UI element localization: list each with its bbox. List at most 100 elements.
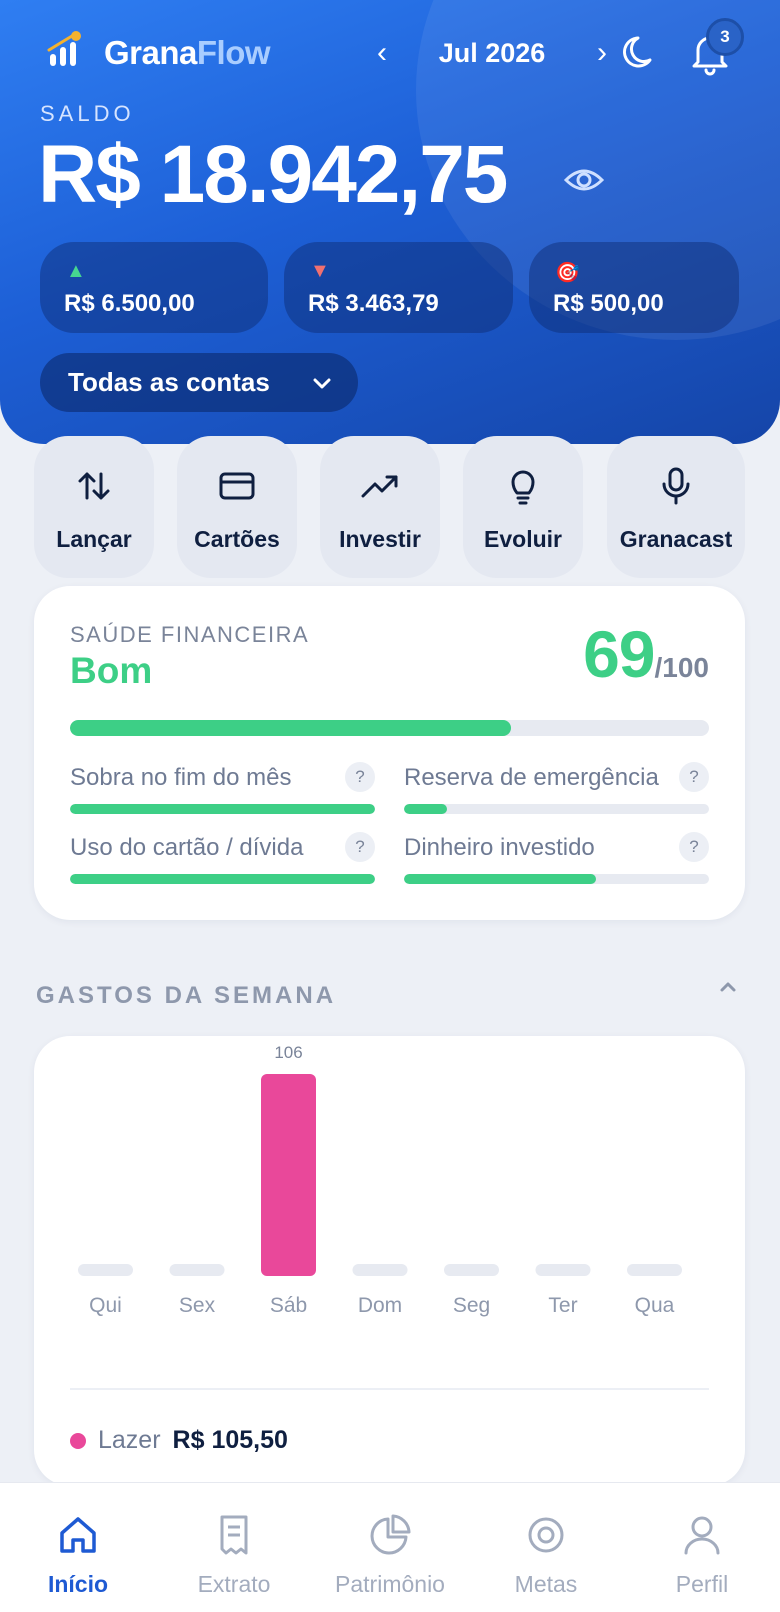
x-tick-label: Qua [635,1294,675,1317]
trending-up-icon [361,475,398,498]
divider [70,1388,709,1390]
weekly-bar-chart: Qui Sex 106 Sáb Dom Seg Ter Qua [78,1043,682,1317]
quick-action-label: Evoluir [484,526,562,552]
metric-bar [70,874,375,884]
metric-label: Uso do cartão / dívida [70,834,304,861]
metric-bar [70,804,375,814]
month-navigator: ‹ Jul 2026 › [370,30,614,76]
credit-card-icon [219,472,255,500]
expense-arrow-icon: ▼ [310,260,330,282]
nav-label: Extrato [197,1571,271,1597]
quick-action-label: Investir [339,526,421,552]
help-icon[interactable]: ? [679,762,709,792]
bar-value-label: 106 [274,1043,302,1062]
quick-action-investir[interactable]: Investir [320,436,440,578]
health-status: Bom [70,650,153,691]
financial-health-card: SAÚDE FINANCEIRA Bom 69/100 Sobra no fim… [34,586,745,920]
bar-sáb[interactable] [261,1074,316,1276]
receipt-icon [220,1515,248,1555]
lightbulb-icon [511,470,535,505]
quick-action-label: Granacast [619,526,733,552]
eye-icon[interactable] [562,158,606,202]
bar-seg[interactable] [444,1264,499,1276]
prev-month-button[interactable]: ‹ [370,30,394,76]
nav-item-extrato[interactable]: Extrato [156,1483,312,1612]
metric-fill [404,874,597,884]
chevron-up-icon[interactable] [716,975,740,999]
legend-name: Lazer [98,1426,161,1454]
goal-summary-pill[interactable]: 🎯 R$ 500,00 [529,242,739,333]
arrows-up-down-icon [78,472,110,500]
microphone-icon [662,467,690,505]
nav-label: Perfil [675,1571,729,1597]
home-icon [60,1517,96,1553]
bar-dom[interactable] [352,1264,408,1276]
income-summary-pill[interactable]: ▲ R$ 6.500,00 [40,242,268,333]
help-icon[interactable]: ? [345,762,375,792]
health-score-max: /100 [654,652,710,683]
weekly-spending-card: Qui Sex 106 Sáb Dom Seg Ter Qua Lazer R$ 105,50 [34,1036,745,1486]
metric-label: Reserva de emergência [404,764,659,791]
balance-label: SALDO [40,101,135,126]
metric-cartao-divida: Uso do cartão / dívida ? [70,832,375,884]
health-score: 69/100 [583,616,709,692]
metric-bar [404,874,709,884]
nav-item-patrimonio[interactable]: Patrimônio [312,1483,468,1612]
metric-reserva: Reserva de emergência ? [404,762,709,814]
app-logo-text: GranaFlow [104,34,271,72]
quick-action-granacast[interactable]: Granacast [607,436,745,578]
legend-value: R$ 105,50 [172,1426,288,1454]
pie-chart-icon [370,1514,411,1555]
metric-fill [70,874,375,884]
quick-action-label: Cartões [194,526,280,552]
legend-color-dot [70,1432,86,1449]
help-icon[interactable]: ? [679,832,709,862]
bottom-navigation: Início Extrato Patrimônio Metas Perfil [0,1482,780,1612]
weekly-section-title: GASTOS DA SEMANA [36,982,337,1009]
account-selector-label: Todas as contas [68,367,270,397]
dark-mode-moon-icon[interactable] [620,32,662,74]
logo-bars-icon [47,31,81,66]
next-month-button[interactable]: › [590,30,614,76]
nav-label: Patrimônio [335,1571,445,1597]
income-value: R$ 6.500,00 [64,290,195,317]
bar-sex[interactable] [169,1264,225,1276]
account-selector[interactable]: Todas as contas [40,353,358,412]
chart-legend: Lazer R$ 105,50 [70,1426,288,1455]
metric-label: Dinheiro investido [404,834,595,861]
metric-label: Sobra no fim do mês [70,764,292,791]
bar-qua[interactable] [627,1264,682,1276]
notification-badge: 3 [706,18,744,56]
quick-action-lancar[interactable]: Lançar [34,436,154,578]
nav-item-metas[interactable]: Metas [468,1483,624,1612]
user-icon [684,1516,720,1555]
quick-action-cartoes[interactable]: Cartões [177,436,297,578]
current-month: Jul 2026 [438,37,546,68]
x-tick-label: Sex [179,1294,216,1317]
nav-item-inicio[interactable]: Início [0,1483,156,1612]
quick-action-label: Lançar [56,526,132,552]
health-score-bar [70,720,709,736]
metric-investido: Dinheiro investido ? [404,832,709,884]
health-title: SAÚDE FINANCEIRA [70,622,310,647]
logo-part2: Flow [196,34,271,71]
bar-qui[interactable] [78,1264,133,1276]
target-icon [528,1517,564,1553]
logo-part1: Grana [104,34,197,71]
goal-value: R$ 500,00 [553,290,664,317]
nav-item-perfil[interactable]: Perfil [624,1483,780,1612]
nav-label: Metas [514,1571,578,1597]
expense-summary-pill[interactable]: ▼ R$ 3.463,79 [284,242,513,333]
metric-sobra: Sobra no fim do mês ? [70,762,375,814]
income-arrow-icon: ▲ [66,260,86,282]
bar-ter[interactable] [535,1264,591,1276]
x-tick-label: Sáb [270,1294,307,1317]
x-tick-label: Seg [453,1294,490,1317]
help-icon[interactable]: ? [345,832,375,862]
metric-fill [404,804,447,814]
health-score-fill [70,720,511,736]
quick-action-evoluir[interactable]: Evoluir [463,436,583,578]
header-panel: GranaFlow ‹ Jul 2026 › 3 SALDO R$ 18.942… [0,0,780,444]
x-tick-label: Dom [358,1294,402,1317]
target-icon: 🎯 [555,262,580,284]
